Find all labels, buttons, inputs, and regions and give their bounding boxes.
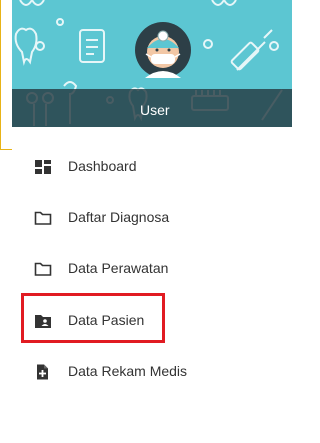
data-pasien-highlight-box xyxy=(21,293,165,343)
sidebar-item-label: Data Rekam Medis xyxy=(68,363,188,379)
dashboard-icon xyxy=(34,159,52,175)
user-label: User xyxy=(140,102,170,118)
header-highlight-frame xyxy=(0,0,12,150)
user-avatar xyxy=(135,22,191,78)
sidebar-item-daftar-diagnosa[interactable]: Daftar Diagnosa xyxy=(0,198,292,238)
folder-outline-icon xyxy=(34,210,52,226)
sidebar-header: User xyxy=(12,0,292,127)
sidebar-item-label: Data Perawatan xyxy=(68,260,169,276)
sidebar-item-label: Dashboard xyxy=(68,158,137,174)
sidebar-item-data-perawatan[interactable]: Data Perawatan xyxy=(0,249,292,289)
folder-outline-icon xyxy=(34,261,52,277)
file-plus-icon xyxy=(34,364,52,380)
sidebar-item-label: Daftar Diagnosa xyxy=(68,209,170,225)
dentist-icon xyxy=(145,30,181,78)
sidebar-item-dashboard[interactable]: Dashboard xyxy=(0,147,292,187)
sidebar-item-data-rekam-medis[interactable]: Data Rekam Medis xyxy=(0,352,292,392)
